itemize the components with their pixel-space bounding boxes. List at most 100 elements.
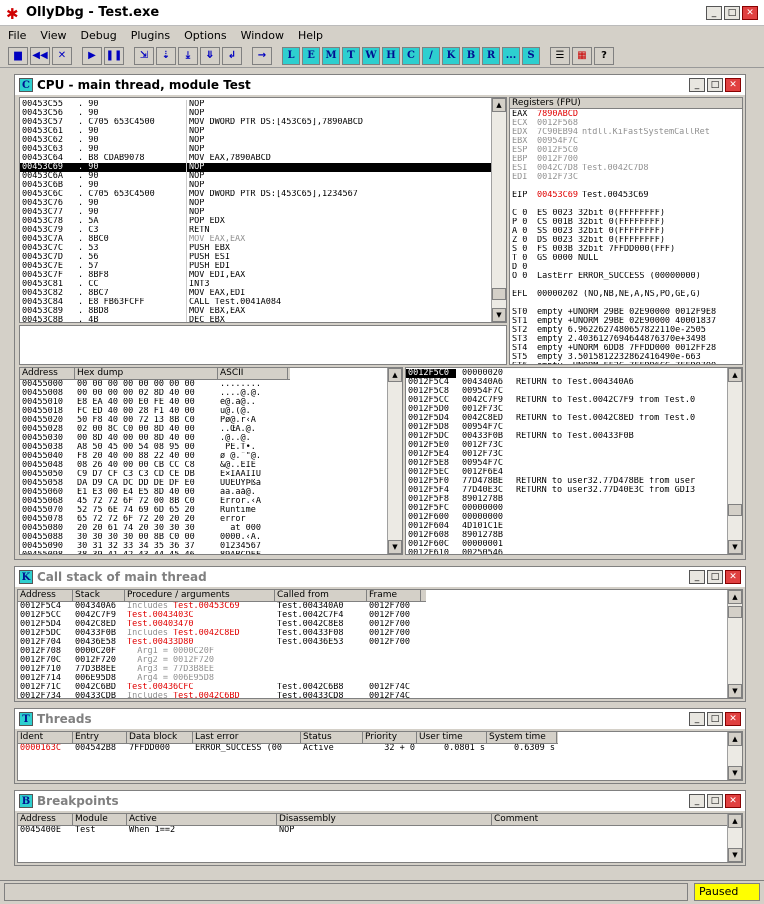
table-row[interactable]: 0012F708 0000C20F Arg1 = 0000C20F (18, 647, 742, 656)
scroll-up-arrow-icon[interactable]: ▲ (388, 368, 402, 382)
register-row[interactable]: ESI 0042C7D8 Test.0042C7D8 (512, 164, 742, 173)
dump-row[interactable]: 0045509838 39 41 42 43 44 45 4689ABCDEF (20, 551, 402, 554)
table-row[interactable]: 0012F5DC 00433F0B Includes Test.0042C8ED Te… (18, 629, 742, 638)
trace-over-icon[interactable]: ⤋ (200, 46, 220, 65)
goto-icon[interactable]: → (252, 46, 272, 65)
stack-row[interactable]: 0012F5EC 0012F6E4 (406, 468, 742, 477)
stack-row[interactable]: 0012F5E8 00954F7C (406, 459, 742, 468)
table-row[interactable]: 0012F70C 0012F720 Arg2 = 0012F720 (18, 656, 742, 665)
scroll-up-arrow-icon[interactable]: ▲ (728, 368, 742, 382)
scroll-down-arrow-icon[interactable]: ▼ (728, 540, 742, 554)
register-row[interactable]: A 0 SS 0023 32bit 0(FFFFFFFF) (512, 227, 742, 236)
menu-plugins[interactable]: Plugins (131, 29, 170, 42)
dump-row[interactable]: 00455090 30 31 32 33 34 35 36 37 01234567 (20, 542, 402, 551)
stack-row[interactable]: 0012F5E4 0012F73C (406, 450, 742, 459)
toolbar-window-3-button[interactable]: M (322, 46, 340, 65)
register-row[interactable] (512, 182, 742, 191)
dump-scrollbar[interactable]: ▲ ▼ (387, 368, 402, 554)
list-icon[interactable]: ☰ (550, 46, 570, 65)
disasm-row[interactable]: 00453C6B . 90 NOP (20, 181, 491, 190)
register-row[interactable]: ST6empty -UNORM FF2C 7FFDD6CC 7FFD0700 (512, 362, 742, 364)
step-into-icon[interactable]: ⇲ (134, 46, 154, 65)
register-row[interactable] (512, 281, 742, 290)
toolbar-window-9-button[interactable]: K (442, 46, 460, 65)
help-icon[interactable]: ? (594, 46, 614, 65)
threads-minimize-button[interactable]: _ (689, 712, 705, 726)
callstack-scrollbar[interactable]: ▲ ▼ (727, 590, 742, 698)
stack-row[interactable]: 0012F5C0 00000020 (406, 369, 742, 378)
callstack-column-header[interactable]: Frame (367, 590, 421, 601)
toolbar-window-11-button[interactable]: R (482, 46, 500, 65)
table-row[interactable]: 0012F710 77D3B8EE Arg3 = 77D3B8EE (18, 665, 742, 674)
disasm-row[interactable]: 00453C77 . 90 NOP (20, 208, 491, 217)
breakpoints-column-header[interactable]: Disassembly (277, 814, 492, 825)
dump-row[interactable]: 00455020 50 F8 40 00 72 13 8B C0 Pø@.r‹À (20, 416, 402, 425)
scroll-down-arrow-icon[interactable]: ▼ (388, 540, 402, 554)
stack-row[interactable]: 0012F5D0 0012F73C (406, 405, 742, 414)
table-row[interactable]: 0012F5CC 0042C7F9 Test.0043403C Test.0042C7… (18, 611, 742, 620)
stack-row[interactable]: 0012F5F4 77D40E3C RETURN to user32.77D40E3… (406, 486, 742, 495)
dump-row[interactable]: 00455028 02 00 8C C0 00 8D 40 00 ..ŒÀ.@. (20, 425, 402, 434)
execute-till-return-icon[interactable]: ↲ (222, 46, 242, 65)
dump-row[interactable]: 00455050 C9 D7 CF C3 C3 CD CE DB É×ÏÃÃÍÎÛ (20, 470, 402, 479)
stack-row[interactable]: 0012F5C4 004340A6 RETURN to Test.004340A6 (406, 378, 742, 387)
step-over-icon[interactable]: ⇣ (156, 46, 176, 65)
maximize-button[interactable]: □ (724, 6, 740, 20)
disasm-row[interactable]: 00453C84 . E8 FB63FCFF CALL Test.0041A084 (20, 298, 491, 307)
disasm-row[interactable]: 00453C56 . 90 NOP (20, 109, 491, 118)
register-row[interactable]: ST1 empty +UNORM 29BE 02E90000 40001837 (512, 317, 742, 326)
disasm-row[interactable]: 00453C63 . 90 NOP (20, 145, 491, 154)
register-row[interactable]: EIP 00453C69 Test.00453C69 (512, 191, 742, 200)
disasm-row[interactable]: 00453C78 . 5A POP EDX (20, 217, 491, 226)
stack-pane[interactable]: 0012F5C0 00000020 0012F5C4 004340A6 RETURN t… (405, 367, 743, 555)
register-row[interactable]: ESP 0012F5C0 (512, 146, 742, 155)
stack-row[interactable]: 0012F5D4 0042C8ED RETURN to Test.0042C8ED … (406, 414, 742, 423)
disasm-row[interactable]: 00453C64 . B8 CDAB9078 MOV EAX,7890ABCD (20, 154, 491, 163)
threads-column-header[interactable]: Status (301, 732, 363, 743)
disasm-row[interactable]: 00453C7A . 8BC0 MOV EAX,EAX (20, 235, 491, 244)
register-row[interactable]: ST2 empty 6.9622627480657822110e-2505 (512, 326, 742, 335)
disasm-row[interactable]: 00453C79 . C3 RETN (20, 226, 491, 235)
disasm-row[interactable]: 00453C89 . 8BD8 MOV EBX,EAX (20, 307, 491, 316)
table-row[interactable]: 0012F71C 0042C6BD Test.00436CFC Test.0042C6… (18, 683, 742, 692)
register-row[interactable] (512, 299, 742, 308)
callstack-close-button[interactable]: ✕ (725, 570, 741, 584)
disassembly-pane[interactable]: 00453C55 . 90 NOP 00453C56 . 90 NOP 00453C57 . … (19, 97, 507, 323)
dump-column-header[interactable]: Hex dump (75, 368, 218, 379)
stack-row[interactable]: 0012F5CC 0042C7F9 RETURN to Test.0042C7F9 … (406, 396, 742, 405)
register-row[interactable]: ST0 empty +UNORM 29BE 02E90000 0012F9E8 (512, 308, 742, 317)
toolbar-window-5-button[interactable]: W (362, 46, 380, 65)
table-row[interactable]: 0000163C 004542B8 7FFDD000 ERROR_SUCCESS (0… (18, 744, 742, 753)
toolbar-window-8-button[interactable]: / (422, 46, 440, 65)
stack-row[interactable]: 0012F5E0 0012F73C (406, 441, 742, 450)
menu-view[interactable]: View (40, 29, 66, 42)
table-row[interactable]: 0012F5D4 0042C8ED Test.00403470 Test.0042C8… (18, 620, 742, 629)
stack-row[interactable]: 0012F608 8901278B (406, 531, 742, 540)
scroll-thumb[interactable] (492, 288, 506, 300)
disasm-row[interactable]: 00453C8B . 4B DEC EBX (20, 316, 491, 322)
disassembly-scrollbar[interactable]: ▲ ▼ (491, 98, 506, 322)
dump-row[interactable]: 00455008 00 00 00 00 02 8D 40 00 ....@.@. (20, 389, 402, 398)
disasm-row[interactable]: 00453C62 . 90 NOP (20, 136, 491, 145)
register-row[interactable]: ST4 empty +UNORM 6DD8 7FFDD000 0012FF28 (512, 344, 742, 353)
table-row[interactable]: 0012F734 00433CDB Includes Test.0042C6BD Te… (18, 692, 742, 698)
toolbar-window-13-button[interactable]: S (522, 46, 540, 65)
toolbar-window-1-button[interactable]: L (282, 46, 300, 65)
scroll-thumb[interactable] (728, 504, 742, 516)
breakpoints-minimize-button[interactable]: _ (689, 794, 705, 808)
threads-table[interactable]: Ident Entry Data block Last error Status Prio… (17, 731, 743, 781)
scroll-thumb[interactable] (728, 606, 742, 618)
register-row[interactable]: EFL 00000202 (NO,NB,NE,A,NS,PO,GE,G) (512, 290, 742, 299)
dump-row[interactable]: 00455040 F8 20 40 00 88 22 40 00 ø @.ˆ"@. (20, 452, 402, 461)
menu-file[interactable]: File (8, 29, 26, 42)
grid-icon[interactable]: ▦ (572, 46, 592, 65)
disasm-row[interactable]: 00453C6A . 90 NOP (20, 172, 491, 181)
disasm-row[interactable]: 00453C81 . CC INT3 (20, 280, 491, 289)
stack-row[interactable]: 0012F600 00000000 (406, 513, 742, 522)
register-row[interactable] (512, 200, 742, 209)
breakpoints-table[interactable]: Address Module Active Disassembly Comment 00… (17, 813, 743, 863)
scroll-up-arrow-icon[interactable]: ▲ (728, 732, 742, 746)
pause-icon[interactable]: ❚❚ (104, 46, 124, 65)
register-row[interactable]: P 0 CS 001B 32bit 0(FFFFFFFF) (512, 218, 742, 227)
callstack-column-header[interactable]: Called from (275, 590, 367, 601)
